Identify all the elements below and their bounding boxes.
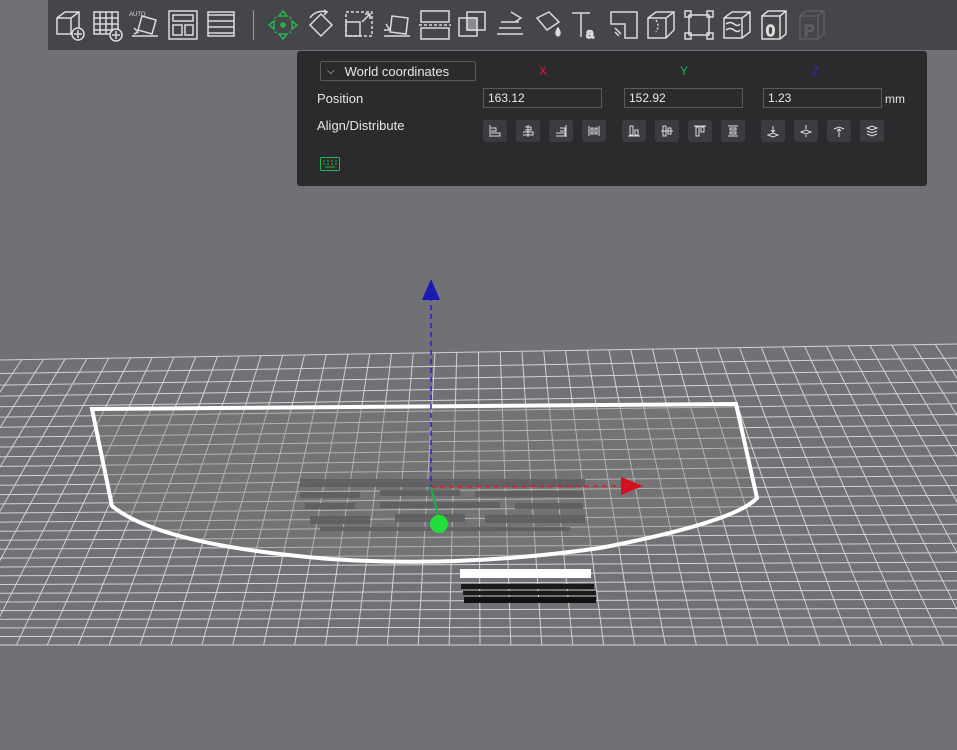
position-unit: mm [885,92,905,106]
position-label: Position [317,91,364,106]
move-tool-button[interactable] [266,5,301,45]
distribute-x-icon [588,126,600,136]
hollow-button[interactable]: 0 [757,5,792,45]
move-tool-panel: ⌵ World coordinates X Y Z Position mm Al… [297,51,927,186]
scale-icon [345,11,373,37]
svg-text:0: 0 [766,23,775,40]
grid-line [934,344,957,380]
drop-to-bed-button[interactable] [761,120,785,142]
center-on-bed-button[interactable] [794,120,818,142]
assembly-tool-button[interactable] [644,5,679,45]
keyboard-shortcuts-button[interactable] [320,157,340,174]
toolbar-separator [252,10,254,40]
grid-line [0,561,957,568]
stack-layers-icon [865,125,879,137]
align-right-button[interactable] [549,120,573,142]
align-distribute-label: Align/Distribute [317,118,405,133]
axis-y-header: Y [680,64,689,78]
align-right-icon [556,125,567,137]
align-center-y-icon [661,125,673,137]
assembly-icon [647,11,676,39]
seam-paint-button[interactable] [531,5,566,45]
add-plate-icon [93,11,124,42]
add-object-button[interactable] [52,5,87,45]
seam-paint-icon [535,11,561,37]
grid-line [0,617,957,620]
add-plate-button[interactable] [90,5,125,45]
support-paint-button[interactable] [493,5,528,45]
align-center-y-button[interactable] [655,120,679,142]
center-on-bed-icon [799,125,813,137]
boolean-icon [458,11,487,37]
selected-object[interactable] [89,401,760,564]
position-z-input[interactable] [763,88,882,108]
position-x-input[interactable] [483,88,602,108]
align-bottom-button[interactable] [622,120,646,142]
z-arrow-icon [422,279,440,300]
align-top-button[interactable] [688,120,712,142]
grid-line [0,580,957,586]
grid-line [0,608,957,612]
coordinate-system-value: World coordinates [344,63,450,79]
p-slot-button[interactable]: P [795,5,830,45]
chevron-down-icon: ⌵ [327,65,335,77]
raise-button[interactable] [827,120,851,142]
align-top-icon [694,125,706,137]
align-left-icon [489,125,501,137]
sla-support-icon [723,11,751,39]
distribute-x-button[interactable] [582,120,606,142]
text-icon: a [571,12,595,42]
boolean-tool-button[interactable] [455,5,490,45]
auto-orient-icon: AUTO [129,12,159,37]
support-paint-icon [497,11,524,35]
axis-z-header: Z [812,64,820,78]
arrange-icon [168,10,198,40]
raise-icon [833,126,845,137]
variable-layer-icon [684,10,714,40]
align-center-x-button[interactable] [516,120,540,142]
lay-on-face-icon [383,15,410,37]
auto-orient-button[interactable]: AUTO [128,5,163,45]
align-bottom-icon [628,125,640,137]
coordinate-system-dropdown[interactable]: ⌵ World coordinates [320,61,476,81]
axis-x-header: X [539,64,548,78]
variable-layer-button[interactable] [682,5,717,45]
arrange-button[interactable] [165,5,200,45]
drop-to-bed-icon [766,126,780,138]
p-slot-icon: P [798,10,825,41]
distribute-y-button[interactable] [721,120,745,142]
secondary-object[interactable] [460,569,596,603]
align-center-x-icon [523,125,534,137]
layers-list-icon [206,11,235,37]
keyboard-icon [320,157,340,171]
cut-tool-button[interactable] [417,5,452,45]
top-toolbar: AUTO a 0 P [48,0,957,50]
svg-text:P: P [804,23,815,40]
position-y-input[interactable] [624,88,743,108]
measure-icon [609,11,638,39]
rotate-tool-button[interactable] [304,5,339,45]
align-left-button[interactable] [483,120,507,142]
layers-list-button[interactable] [203,5,238,45]
add-cube-icon [55,11,85,41]
move-icon [268,9,299,41]
y-sphere-handle [430,515,448,533]
measure-tool-button[interactable] [606,5,641,45]
distribute-y-icon [728,125,738,137]
text-tool-button[interactable]: a [568,5,603,45]
rotate-icon [309,9,334,38]
stack-layers-button[interactable] [860,120,884,142]
scale-tool-button[interactable] [342,5,377,45]
hollow-icon: 0 [761,10,787,41]
lay-on-face-button[interactable] [379,5,414,45]
svg-text:a: a [586,25,594,41]
sla-support-button[interactable] [720,5,755,45]
cut-icon [418,10,451,40]
